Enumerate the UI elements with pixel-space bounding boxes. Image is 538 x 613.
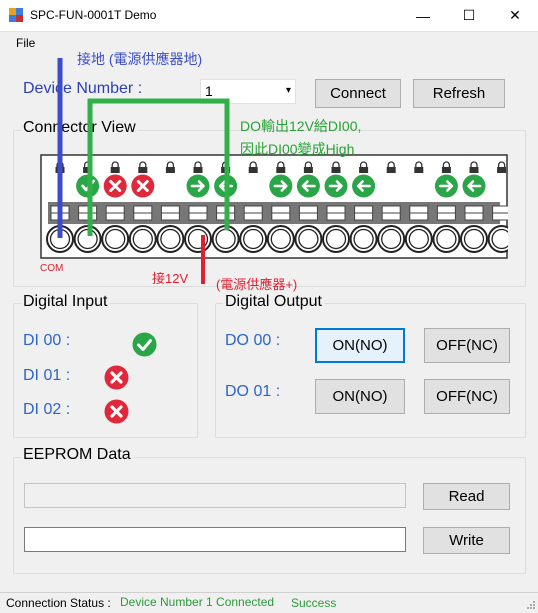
connector-screw-terminal — [156, 225, 185, 253]
connector-screw-terminal — [432, 225, 461, 253]
device-number-select[interactable]: 1 ▾ — [200, 79, 296, 104]
connector-screw-terminal — [487, 225, 508, 253]
check-circle-icon — [132, 332, 157, 357]
status-result: Success — [291, 596, 337, 610]
digital-output-title: Digital Output — [223, 293, 324, 311]
x-circle-icon — [103, 174, 127, 198]
read-button[interactable]: Read — [423, 483, 510, 510]
di-01-label: DI 01 : — [23, 367, 71, 384]
window-title: SPC-FUN-0001T Demo — [30, 8, 157, 22]
do-00-label: DO 00 : — [225, 332, 281, 349]
connector-pin-slot — [409, 205, 429, 221]
eeprom-write-field[interactable] — [24, 527, 406, 552]
connector-pin-slot — [326, 205, 346, 221]
do-01-on-button[interactable]: ON(NO) — [315, 379, 405, 414]
di-02-label: DI 02 : — [23, 401, 71, 418]
connector-pin-slot — [188, 205, 208, 221]
connector-pin-slot — [78, 205, 98, 221]
arrow-right-circle-icon — [434, 174, 458, 198]
resize-grip-icon[interactable] — [524, 598, 536, 610]
connector-screw-terminal — [46, 225, 74, 253]
connector-screw-terminal — [377, 225, 406, 253]
connector-diagram — [40, 154, 508, 259]
12v-annotation: 接12V — [152, 271, 189, 286]
x-circle-icon — [104, 399, 129, 424]
menu-file[interactable]: File — [16, 36, 35, 50]
digital-output-group — [215, 303, 526, 438]
digital-input-title: Digital Input — [21, 293, 110, 311]
arrow-left-circle-icon — [214, 174, 238, 198]
maximize-button[interactable]: ☐ — [446, 0, 492, 31]
device-number-label: Device Number : — [23, 80, 143, 97]
connector-pin-slot — [50, 205, 70, 221]
connect-button[interactable]: Connect — [315, 79, 401, 108]
eeprom-read-field[interactable] — [24, 483, 406, 508]
connector-screw-terminal — [322, 225, 350, 253]
eeprom-group — [13, 457, 526, 574]
di-00-label: DI 00 : — [23, 332, 71, 349]
connector-pin-slot — [271, 205, 291, 221]
device-number-value: 1 — [205, 83, 213, 99]
x-circle-icon — [131, 174, 155, 198]
connector-pin-slot — [216, 205, 236, 221]
connector-pin-slot — [492, 205, 508, 221]
12v-psu-annotation: (電源供應器+) — [216, 277, 298, 292]
connector-screw-terminal — [266, 225, 295, 253]
check-circle-icon — [76, 174, 100, 198]
connector-screw-terminal — [349, 225, 378, 253]
connector-pin-slot — [243, 205, 263, 221]
connector-pin-slot — [298, 205, 318, 221]
connector-screw-terminal — [184, 225, 212, 253]
do-annotation-line2: 因此DI00變成High — [240, 141, 355, 157]
chevron-down-icon[interactable]: ▾ — [286, 80, 291, 102]
connector-pin-slot — [464, 205, 484, 221]
connector-screw-terminal — [239, 225, 268, 253]
x-circle-icon — [104, 365, 129, 390]
eeprom-title: EEPROM Data — [21, 446, 133, 464]
status-device: Device Number 1 Connected — [120, 595, 275, 609]
do-01-off-button[interactable]: OFF(NC) — [424, 379, 510, 414]
connector-pin-slot — [381, 205, 401, 221]
app-icon — [9, 8, 23, 22]
arrow-right-circle-icon — [324, 174, 348, 198]
do-annotation-line1: DO輸出12V給DI00, — [240, 118, 362, 134]
connector-screw-terminal — [404, 225, 433, 253]
arrow-left-circle-icon — [462, 174, 486, 198]
write-button[interactable]: Write — [423, 527, 510, 554]
arrow-left-circle-icon — [296, 174, 320, 198]
status-label: Connection Status : — [6, 596, 111, 610]
minimize-button[interactable]: — — [400, 0, 446, 31]
connector-view-title: Connector View — [21, 119, 138, 137]
connector-pin-slot — [160, 205, 180, 221]
arrow-right-circle-icon — [269, 174, 293, 198]
do-00-on-button[interactable]: ON(NO) — [315, 328, 405, 363]
close-button[interactable]: ✕ — [492, 0, 538, 31]
connector-screw-terminal — [101, 225, 130, 253]
connector-screw-terminal — [211, 225, 240, 253]
refresh-button[interactable]: Refresh — [413, 79, 505, 108]
connector-screw-terminal — [460, 225, 488, 253]
ground-annotation: 接地 (電源供應器地) — [77, 51, 203, 67]
connector-pin-slot — [133, 205, 153, 221]
connector-screw-terminal — [294, 225, 323, 253]
connector-pin-slot — [436, 205, 456, 221]
connector-pin-slot — [105, 205, 125, 221]
connector-screw-terminal — [73, 225, 102, 253]
do-00-off-button[interactable]: OFF(NC) — [424, 328, 510, 363]
com-label: COM — [40, 263, 64, 274]
arrow-right-circle-icon — [186, 174, 210, 198]
connector-pin-slot — [354, 205, 374, 221]
connector-screw-terminal — [128, 225, 157, 253]
arrow-left-circle-icon — [352, 174, 376, 198]
do-01-label: DO 01 : — [225, 383, 281, 400]
